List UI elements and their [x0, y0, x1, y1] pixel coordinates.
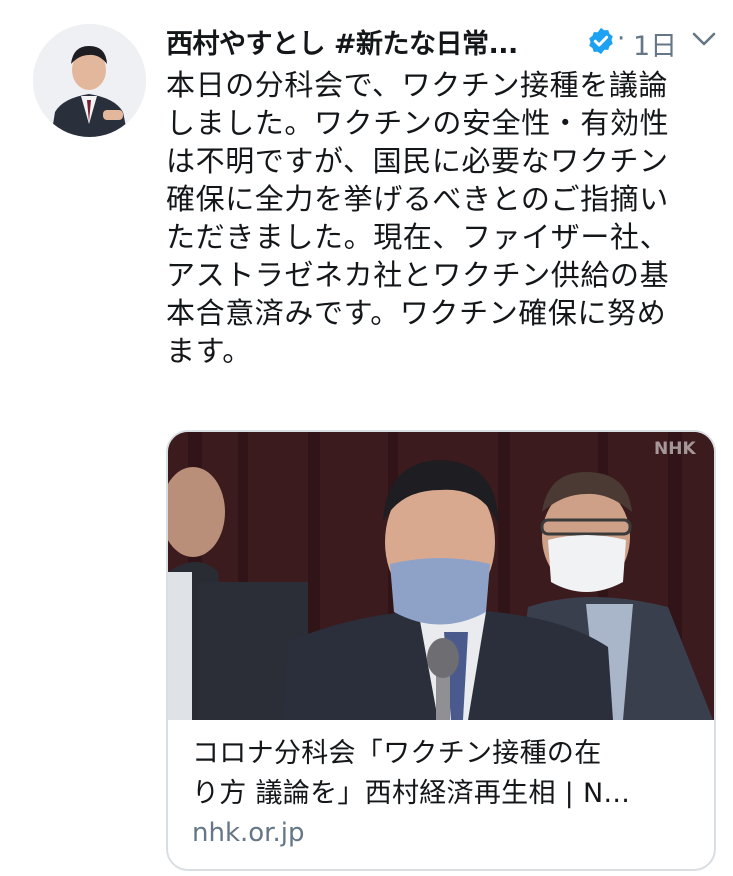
tweet-text-line: 確保に全力を挙げるべきとのご指摘い: [166, 182, 669, 216]
tweet-timestamp[interactable]: 1日: [633, 24, 677, 63]
news-photo: NHK: [168, 432, 714, 720]
tweet-text-line: は不明ですが、国民に必要なワクチン: [166, 144, 669, 178]
watermark-logo: NHK: [654, 439, 696, 459]
avatar-photo: [33, 24, 146, 137]
tweet-text-line: ます。: [166, 334, 252, 368]
tweet-text-line: 本合意済みです。ワクチン確保に努め: [166, 296, 667, 330]
verified-badge-icon: [589, 27, 613, 55]
card-image: NHK: [168, 432, 714, 720]
tweet-text-line: アストラゼネカ社とワクチン供給の基: [166, 258, 670, 292]
author-name[interactable]: 西村やすとし #新たな日常...: [166, 22, 518, 61]
card-title: コロナ分科会「ワクチン接種の在 り方 議論を」西村経済再生相 | N...: [192, 734, 692, 814]
tweet-text-line: 本日の分科会で、ワクチン接種を議論: [166, 68, 669, 102]
chevron-down-icon[interactable]: [691, 30, 717, 48]
separator-dot: ·: [617, 24, 626, 54]
tweet-text-line: しました。ワクチンの安全性・有効性: [166, 106, 670, 140]
tweet-text: 本日の分科会で、ワクチン接種を議論 しました。ワクチンの安全性・有効性 は不明で…: [166, 66, 718, 370]
author-avatar[interactable]: [33, 24, 146, 137]
tweet-header: 西村やすとし #新たな日常... · 1日: [166, 18, 726, 64]
card-title-line: り方 議論を」西村経済再生相 | N...: [192, 778, 631, 809]
link-preview-card[interactable]: NHK コロナ分科会「ワクチン接種の在 り方 議論を」西村経済再生相 | N..…: [166, 430, 716, 871]
card-title-line: コロナ分科会「ワクチン接種の在: [192, 738, 602, 769]
tweet-text-line: ただきました。現在、ファイザー社、: [166, 220, 670, 254]
card-domain: nhk.or.jp: [192, 818, 305, 848]
